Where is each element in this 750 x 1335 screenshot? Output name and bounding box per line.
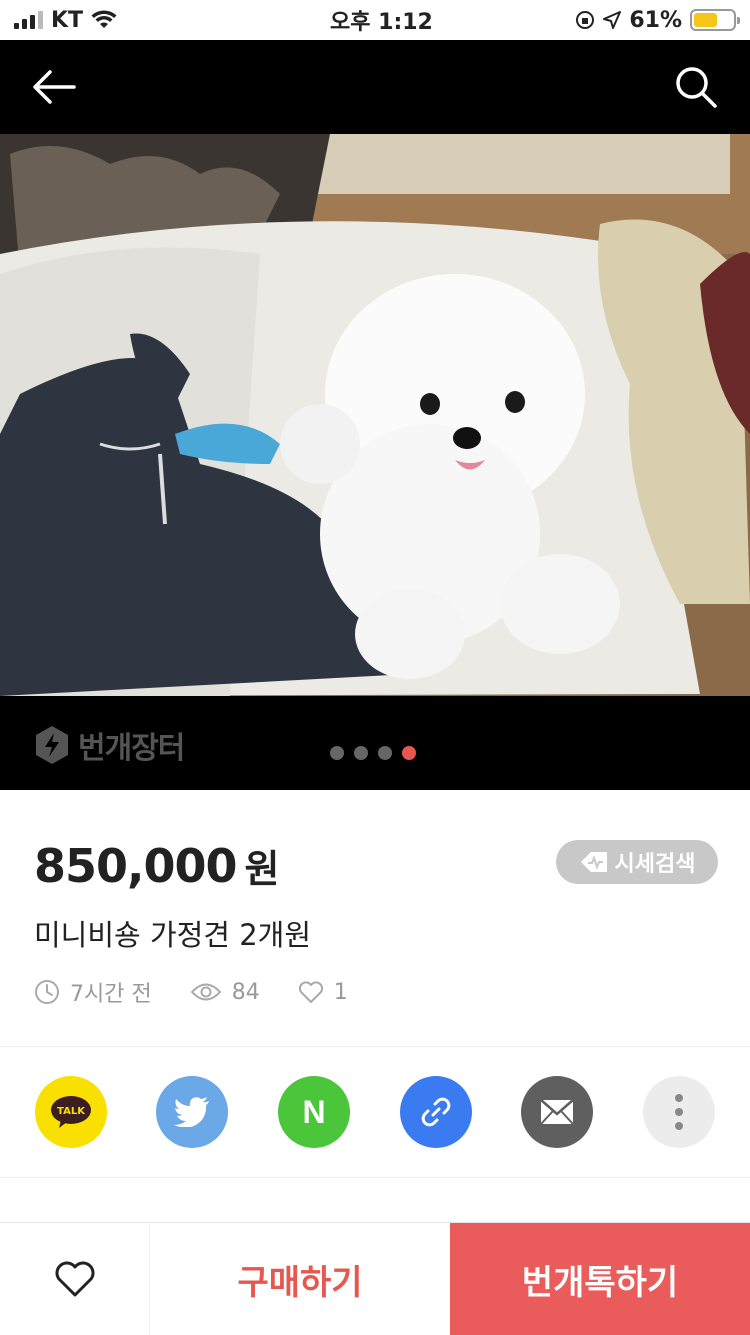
top-nav: [0, 40, 750, 134]
page-dot-active[interactable]: [402, 746, 416, 760]
buy-button[interactable]: 구매하기: [150, 1223, 450, 1335]
share-copy-link-button[interactable]: [399, 1076, 472, 1148]
product-info: 850,000 원 시세검색 미니비숑 가정견 2개원 7시간 전 84 1: [0, 790, 750, 1046]
eye-icon: [190, 983, 222, 1001]
clock-icon: [35, 980, 59, 1004]
back-button[interactable]: [30, 63, 78, 111]
more-vertical-icon: [675, 1094, 684, 1130]
price-search-button[interactable]: 시세검색: [556, 840, 718, 884]
price-row: 850,000 원: [34, 838, 279, 893]
product-meta: 7시간 전 84 1: [34, 976, 348, 1008]
share-naver-button[interactable]: N: [278, 1076, 351, 1148]
product-title: 미니비숑 가정견 2개원: [34, 918, 312, 952]
bunjang-talk-button[interactable]: 번개톡하기: [450, 1223, 750, 1335]
status-right: 61%: [575, 7, 740, 33]
product-price: 850,000: [34, 839, 238, 893]
heart-outline-icon: [55, 1261, 94, 1297]
posted-time-text: 7시간 전: [70, 982, 152, 1007]
share-row: TALK N: [0, 1046, 750, 1178]
price-currency: 원: [244, 847, 280, 891]
share-email-button[interactable]: [521, 1076, 594, 1148]
share-twitter-button[interactable]: [156, 1076, 229, 1148]
battery-percent: 61%: [629, 7, 682, 33]
bottom-action-bar: 구매하기 번개톡하기: [0, 1222, 750, 1335]
like-count: 1: [298, 980, 348, 1005]
envelope-icon: [540, 1099, 575, 1125]
wifi-icon: [91, 10, 117, 28]
rotation-lock-icon: [576, 11, 595, 29]
status-bar: KT 오후 1:12 61%: [0, 0, 750, 40]
signal-icon: [14, 11, 43, 29]
page-dot[interactable]: [330, 746, 344, 760]
heart-outline-icon: [298, 981, 323, 1003]
location-icon: [603, 11, 622, 29]
arrow-left-icon: [33, 70, 76, 104]
search-icon: [676, 67, 717, 108]
gallery-pagination[interactable]: [330, 746, 416, 760]
kakaotalk-label: TALK: [57, 1106, 86, 1117]
clock: 오후 1:12: [330, 10, 433, 35]
puppy-photo-illustration: [0, 134, 750, 696]
favorite-button[interactable]: [0, 1223, 150, 1335]
status-left: KT: [14, 8, 117, 33]
product-photo[interactable]: [0, 134, 750, 696]
share-more-button[interactable]: [643, 1076, 716, 1148]
view-count-text: 84: [231, 979, 260, 1005]
carrier-label: KT: [51, 7, 84, 33]
view-count: 84: [190, 980, 260, 1005]
posted-time: 7시간 전: [34, 976, 152, 1008]
bunjang-watermark: 번개장터: [34, 723, 185, 767]
price-search-label: 시세검색: [614, 852, 696, 877]
naver-label: N: [303, 1094, 326, 1130]
battery-icon: [690, 9, 740, 31]
naver-icon: N: [303, 1094, 326, 1130]
share-kakaotalk-button[interactable]: TALK: [34, 1076, 107, 1148]
bunjang-logo-icon: [36, 726, 68, 764]
like-count-text: 1: [333, 979, 348, 1005]
gallery-footer: 번개장터: [0, 696, 750, 790]
link-icon: [421, 1097, 451, 1127]
twitter-bird-icon: [174, 1097, 210, 1127]
watermark-text: 번개장터: [78, 731, 185, 766]
search-button[interactable]: [672, 63, 720, 111]
price-tag-icon: [580, 852, 607, 872]
kakaotalk-icon: TALK: [50, 1096, 91, 1128]
page-dot[interactable]: [354, 746, 368, 760]
page-dot[interactable]: [378, 746, 392, 760]
